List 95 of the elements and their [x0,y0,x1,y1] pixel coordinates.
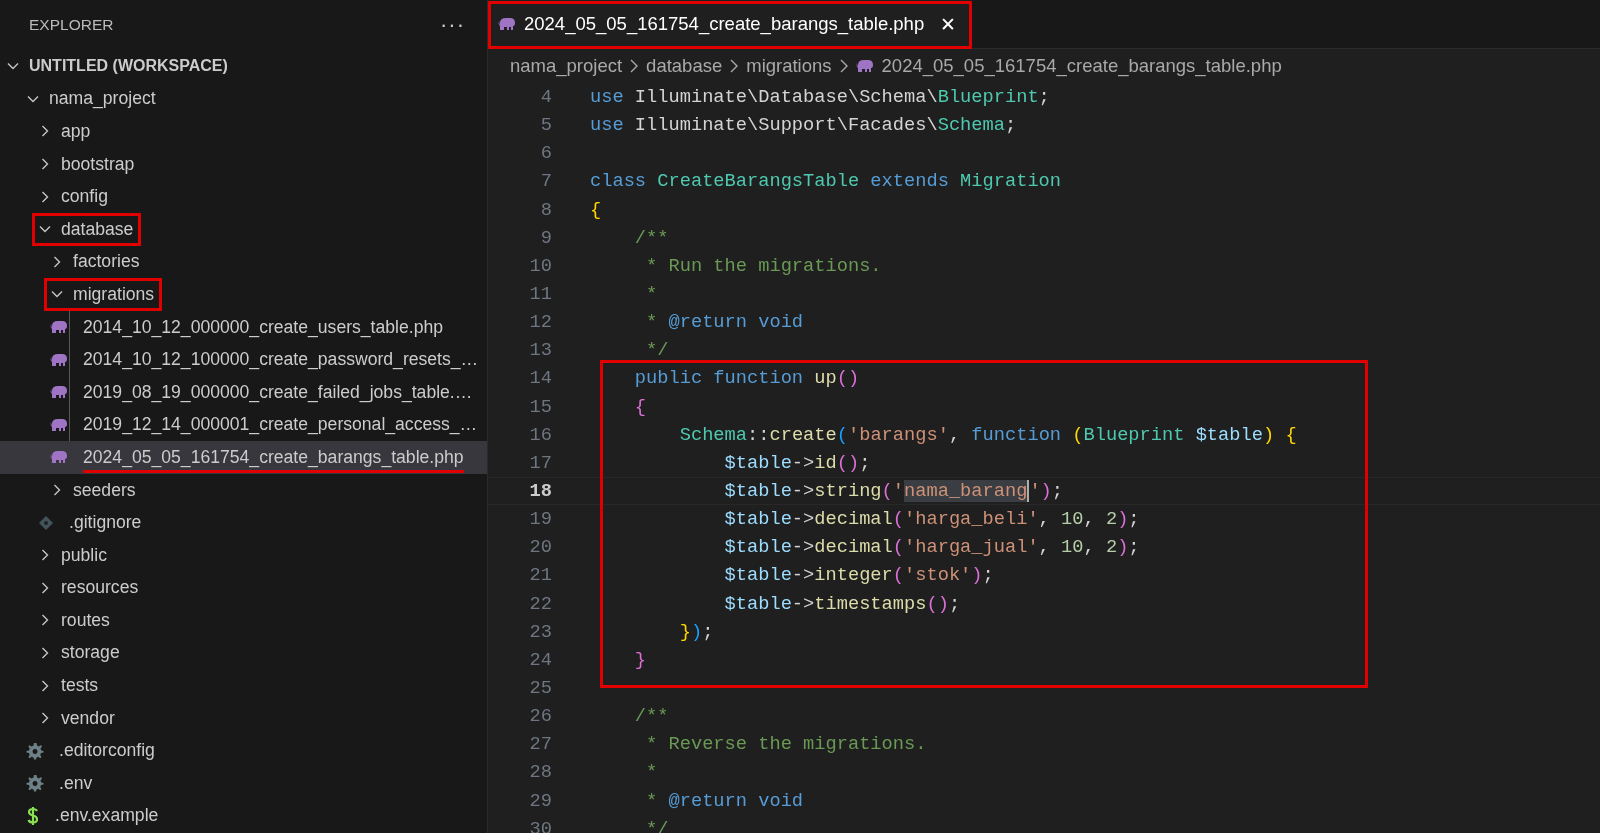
panel-title: EXPLORER [29,16,114,34]
tree-item[interactable]: 2014_10_12_100000_create_password_resets_… [0,343,487,376]
line-number: 7 [539,170,552,193]
code-line: }); [678,620,714,643]
line-number: 13 [528,339,552,362]
tree-item[interactable]: factories [0,245,487,279]
code-line: $table->decimal('harga_beli', 10, 2); [723,508,1140,531]
line-number: 21 [528,564,552,587]
code-line: public function up() [633,367,860,390]
code-line: */ [645,339,669,362]
tree-item[interactable]: .env.example [0,799,487,833]
tree-item[interactable]: config [0,180,487,213]
editor-tab[interactable]: 2024_05_05_161754_create_barangs_table.php ✕ [488,0,971,48]
line-number: 15 [528,395,552,418]
tree-item[interactable]: bootstrap [0,147,487,181]
line-number: 5 [539,114,552,137]
elephant-icon [50,385,68,400]
tree-item[interactable]: tests [0,669,487,702]
line-number: 27 [528,733,552,756]
code-line: Schema::create('barangs', function (Blueprint $table) { [678,423,1297,446]
code-line: /** [633,226,669,249]
elephant-icon [50,320,68,335]
more-button[interactable]: ··· [440,12,465,38]
line-number: 25 [528,677,552,699]
code-line: { [633,395,647,418]
code-line: $table->decimal('harga_jual', 10, 2); [723,536,1140,559]
code-line: class CreateBarangsTable extends Migration [590,170,1062,193]
code-line: $table->timestamps(); [723,592,961,615]
line-number: 9 [539,226,552,249]
elephant-icon [855,59,874,73]
code-line: * Run the migrations. [645,254,882,277]
code-line: $table->id(); [723,451,871,474]
code-line: /** [633,705,669,728]
line-number: 4 [539,86,552,109]
line-number: 12 [528,311,552,334]
line-number: 24 [528,648,552,671]
line-number: 22 [528,592,552,615]
code-line: $table->string('nama_barang'); [723,480,1064,503]
tree-item[interactable]: routes [0,604,487,637]
elephant-icon [50,417,68,432]
code-line: * Reverse the migrations. [645,733,927,756]
code-line: } [633,648,647,671]
tree-item[interactable]: 2019_12_14_000001_create_personal_access_… [0,408,487,442]
code-line: { [590,198,602,221]
code-line: * [645,283,658,306]
line-number: 29 [528,789,552,812]
line-number: 10 [528,254,552,277]
tree-item[interactable]: database [0,212,487,246]
breadcrumb[interactable]: 2024_05_05_161754_create_barangs_table.php [855,55,1282,77]
line-number: 14 [528,367,552,390]
code-line: * @return void [645,311,804,334]
tree-item[interactable]: seeders [0,473,487,507]
tree-item[interactable]: UNTITLED (WORKSPACE) [0,50,487,83]
tree-item[interactable]: 2024_05_05_161754_create_barangs_table.php [0,441,487,474]
line-number: 17 [528,451,552,474]
tree-item[interactable]: .editorconfig [0,734,487,768]
tree-item[interactable]: .env [0,767,487,800]
line-number: 30 [528,817,552,833]
code-line: $table->integer('stok'); [723,564,994,587]
tree-item[interactable]: 2019_08_19_000000_create_failed_jobs_table.… [0,375,487,409]
code-line: * [645,761,658,784]
elephant-icon [50,352,68,367]
elephant-icon [50,450,68,465]
diamond-icon [38,514,54,531]
line-number: 23 [528,620,552,643]
line-number: 20 [528,536,552,559]
line-number: 16 [528,423,552,446]
gear-icon [26,741,44,760]
tree-item[interactable]: nama_project [0,82,487,116]
code-line: */ [645,817,669,833]
line-number: 26 [528,705,552,728]
tree-item[interactable]: vendor [0,701,487,735]
breadcrumb[interactable]: database [646,55,723,77]
line-number: 6 [539,142,552,165]
breadcrumb[interactable]: migrations [746,55,832,77]
tree-item[interactable]: .gitignore [0,506,487,539]
line-number: 18 [528,480,552,503]
tree-item[interactable]: 2014_10_12_000000_create_users_table.php [0,310,487,344]
breadcrumb[interactable]: nama_project [510,55,623,77]
line-number: 11 [528,283,552,306]
dollar-icon [26,805,40,826]
tree-item[interactable]: resources [0,571,487,605]
gear-icon [26,774,44,793]
line-number: 28 [528,761,552,784]
tree-item[interactable]: public [0,538,487,572]
close-button[interactable]: ✕ [940,12,957,36]
line-number: 8 [539,198,552,221]
tree-item[interactable]: migrations [0,278,487,311]
tree-item[interactable]: app [0,115,487,148]
code-line: use Illuminate\Support\Facades\Schema; [590,114,1017,137]
elephant-icon [498,17,516,31]
code-line: use Illuminate\Database\Schema\Blueprint; [590,86,1050,109]
code-line: * @return void [645,789,804,812]
tree-item[interactable]: storage [0,636,487,670]
line-number: 19 [528,508,552,531]
